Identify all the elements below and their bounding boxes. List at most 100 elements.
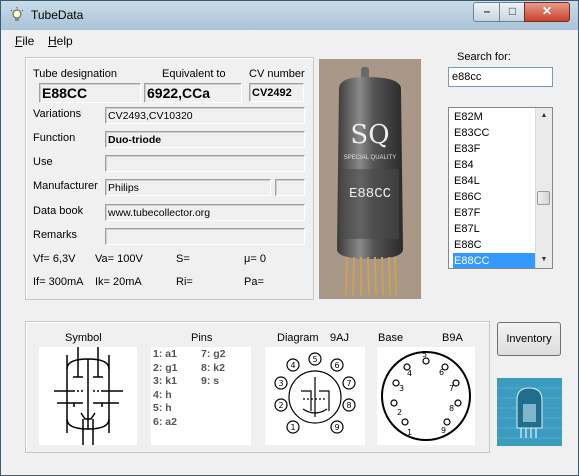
window-title: TubeData [31,8,84,22]
minimize-button[interactable]: – [473,2,501,22]
title-bar[interactable]: TubeData – □ ✕ [1,1,578,30]
tube-list-item[interactable]: E87L [453,221,538,237]
cv-field: CV2492 [249,83,304,102]
scroll-thumb[interactable] [537,191,550,205]
manufacturer-label: Manufacturer [33,180,98,192]
svg-text:2: 2 [397,408,402,417]
manufacturer-field: Philips [105,179,271,196]
tube-list-item[interactable]: E87F [453,205,538,221]
tube-list-item[interactable]: E82M [453,109,538,125]
svg-text:4: 4 [407,369,412,378]
pin-entry: 2: g1 [153,361,178,374]
pins-label: Pins [191,332,213,344]
svg-text:6: 6 [334,361,339,370]
scroll-up-icon[interactable]: ▲ [536,108,552,124]
search-input[interactable]: e88cc [448,67,553,87]
tube-list-item[interactable]: E83CC [453,125,538,141]
diagram-panel: 5 67 8 9 1 2 34 [265,347,365,445]
svg-text:7: 7 [449,384,454,393]
close-button[interactable]: ✕ [524,2,570,22]
svg-text:1: 1 [290,423,295,432]
rating-if: If= 300mA [33,276,84,288]
tube-list-item[interactable]: E88CC [453,253,538,268]
manufacturer-code-field [275,179,305,196]
rating-ik: Ik= 20mA [95,276,142,288]
svg-text:2: 2 [278,401,283,410]
use-field [105,155,305,172]
svg-text:9: 9 [334,423,339,432]
tube-list-item[interactable]: E83F [453,141,538,157]
tube-list-item[interactable]: E84 [453,157,538,173]
lightbulb-icon [10,7,24,21]
svg-text:6: 6 [439,368,444,377]
tube-list-item[interactable]: E84L [453,173,538,189]
minimize-icon: – [483,4,491,18]
list-scrollbar[interactable]: ▲ ▼ [535,108,552,268]
app-window: TubeData – □ ✕ File Help Tube designatio… [0,0,579,476]
double-triode-symbol [54,347,123,445]
search-label: Search for: [457,51,511,63]
rating-vf: Vf= 6,3V [33,253,76,265]
pin-entry: 7: g2 [201,348,226,360]
rating-mu: μ= 0 [244,253,266,265]
photo-brand: SQ [350,120,389,150]
svg-text:5: 5 [422,350,427,359]
diagram-label: Diagram [277,332,319,344]
pin-entry: 9: s [201,375,220,387]
tube-photo: SQ SPECIAL QUALITY E88CC [319,59,421,299]
tube-photo-drawing: SQ SPECIAL QUALITY E88CC [319,59,421,299]
tube-list-item[interactable]: E86C [453,189,538,205]
menu-file[interactable]: File [15,34,34,48]
pin-entry: 4: h [153,388,172,401]
tube-logo-icon [497,378,562,446]
svg-text:3: 3 [399,384,404,393]
designation-label: Tube designation [33,68,117,80]
base-drawing: 5 67 8 9 1 2 34 [381,350,471,441]
menu-help-accel: H [48,34,57,48]
pin-entry: 5: h [153,402,172,414]
remarks-label: Remarks [33,229,78,241]
rating-va: Va= 100V [95,253,143,265]
diagram-code: 9AJ [330,332,349,344]
base-code: B9A [442,332,463,344]
remarks-field [105,228,305,245]
svg-text:8: 8 [346,401,351,410]
base-panel: 5 67 8 9 1 2 34 [377,347,475,445]
pin-entry: 3: k1 [153,375,177,387]
databook-label: Data book [33,205,84,217]
base-label: Base [378,332,404,344]
rating-s: S= [176,253,190,265]
menu-help[interactable]: Help [48,34,73,48]
svg-text:1: 1 [407,428,412,437]
rating-ri: Ri= [176,276,193,288]
svg-text:3: 3 [278,379,283,388]
svg-text:9: 9 [441,426,446,435]
menu-file-label: ile [22,34,35,48]
maximize-button[interactable]: □ [499,2,526,22]
symbol-panel [39,347,137,445]
tube-list[interactable]: E82M E83CC E83F E84 E84L E86C E87F E87L E88C E88C… [448,107,553,269]
inventory-button[interactable]: Inventory [497,322,561,356]
menu-bar: File Help [1,31,578,49]
equivalent-label: Equivalent to [162,68,226,80]
cv-label: CV number [249,68,305,80]
tube-list-item[interactable]: E88C [453,237,538,253]
variations-label: Variations [33,108,82,120]
close-icon: ✕ [541,4,553,18]
scroll-down-icon[interactable]: ▼ [536,252,552,268]
svg-text:8: 8 [449,404,454,413]
pin-entry: 6: a2 [153,415,177,428]
rating-pa: Pa= [244,276,264,288]
databook-field: www.tubecollector.org [105,204,305,221]
pins-right-list: 7: g2 8: k2 9: s [201,348,226,389]
menu-help-label: elp [56,34,73,48]
photo-brand-sub: SPECIAL QUALITY [344,155,396,161]
app-logo [497,378,562,446]
pin-diagram-drawing: 5 67 8 9 1 2 34 [274,352,356,434]
function-label: Function [33,132,76,144]
pin-entry: 8: k2 [201,361,225,374]
designation-field: E88CC [39,83,141,103]
svg-text:5: 5 [312,355,317,364]
maximize-icon: □ [508,4,517,18]
photo-type-marking: E88CC [349,186,391,202]
